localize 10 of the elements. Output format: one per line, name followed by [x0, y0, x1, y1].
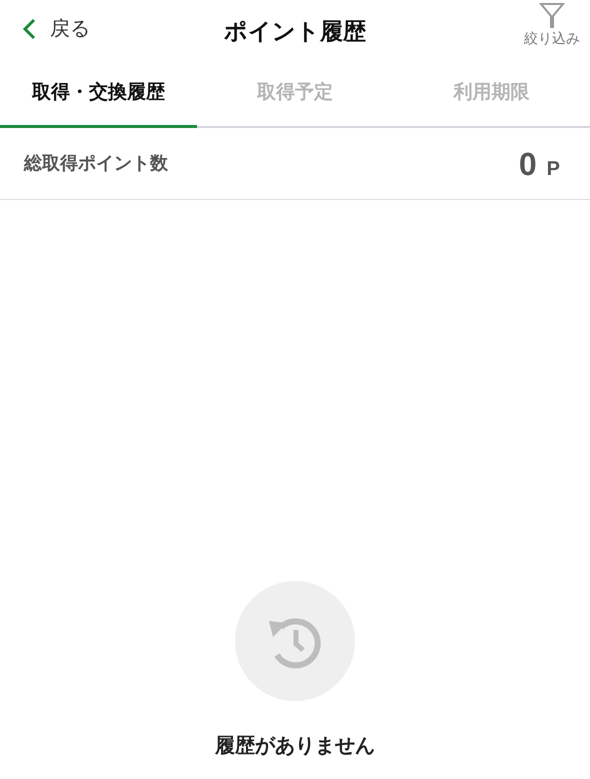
- chevron-left-icon: [22, 18, 36, 40]
- page-title: ポイント履歴: [224, 16, 366, 46]
- total-points-label: 総取得ポイント数: [24, 152, 168, 175]
- tab[interactable]: 取得・交換履歴: [0, 62, 197, 128]
- filter-button[interactable]: 絞り込み: [524, 2, 580, 49]
- points-unit: P: [546, 156, 560, 182]
- back-button[interactable]: 戻る: [22, 14, 90, 44]
- filter-icon: [539, 2, 565, 28]
- total-points-value: 0: [518, 144, 537, 184]
- empty-message: 履歴がありません: [215, 734, 375, 759]
